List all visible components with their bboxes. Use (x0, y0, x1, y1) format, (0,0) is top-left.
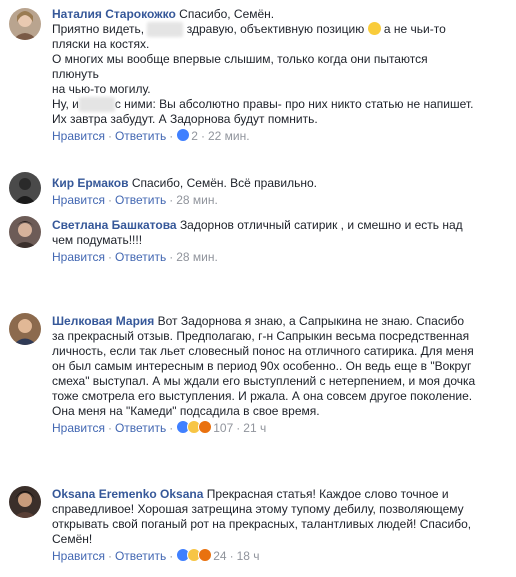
author-name[interactable]: Кир Ермаков (52, 176, 129, 190)
avatar[interactable] (9, 172, 41, 204)
author-name[interactable]: Светлана Башкатова (52, 218, 177, 232)
smiley-icon (367, 22, 381, 35)
reply-link[interactable]: Ответить (115, 129, 166, 143)
reactions[interactable]: 24 (176, 548, 227, 563)
timestamp[interactable]: 22 мин. (208, 129, 250, 143)
author-name[interactable]: Наталия Старокожко (52, 7, 176, 21)
redacted-word: xxxxxx (147, 22, 184, 37)
like-link[interactable]: Нравится (52, 250, 105, 264)
comment-text: Наталия Старокожко Спасибо, Семён. Прият… (52, 7, 474, 126)
avatar[interactable] (9, 216, 41, 248)
author-name[interactable]: Шелковая Мария (52, 314, 154, 328)
like-link[interactable]: Нравится (52, 193, 105, 207)
reply-link[interactable]: Ответить (115, 250, 166, 264)
timestamp[interactable]: 21 ч (243, 421, 266, 435)
avatar[interactable] (9, 313, 41, 345)
reply-link[interactable]: Ответить (115, 549, 166, 563)
avatar[interactable] (9, 8, 41, 40)
angry-reaction-icon (198, 548, 213, 562)
comment-actions: Нравится · Ответить · 24 · 18 ч (52, 548, 260, 563)
avatar[interactable] (9, 486, 41, 518)
reply-link[interactable]: Ответить (115, 421, 166, 435)
comment-text: Кир Ермаков Спасибо, Семён. Всё правильн… (52, 176, 317, 190)
comment-actions: Нравится · Ответить · 107 · 21 ч (52, 420, 267, 435)
comment-actions: Нравится · Ответить · 28 мин. (52, 250, 218, 264)
comment-text: Шелковая Мария Вот Задорнова я знаю, а С… (52, 314, 476, 418)
like-link[interactable]: Нравится (52, 129, 105, 143)
timestamp[interactable]: 18 ч (237, 549, 260, 563)
like-link[interactable]: Нравится (52, 421, 105, 435)
angry-reaction-icon (198, 420, 213, 434)
comment-text: Oksana Eremenko Oksana Прекрасная статья… (52, 487, 472, 546)
like-link[interactable]: Нравится (52, 549, 105, 563)
reactions[interactable]: 107 (176, 420, 233, 435)
comment-text: Светлана Башкатова Задорнов отличный сат… (52, 218, 463, 247)
reply-link[interactable]: Ответить (115, 193, 166, 207)
like-reaction-icon (176, 128, 191, 142)
timestamp[interactable]: 28 мин. (176, 193, 218, 207)
redacted-word: xxxxxx (78, 97, 115, 112)
comment-actions: Нравится · Ответить · 28 мин. (52, 193, 218, 207)
timestamp[interactable]: 28 мин. (176, 250, 218, 264)
comment-actions: Нравится · Ответить · 2 · 22 мин. (52, 128, 250, 143)
author-name[interactable]: Oksana Eremenko Oksana (52, 487, 203, 501)
reactions[interactable]: 2 (176, 128, 198, 143)
